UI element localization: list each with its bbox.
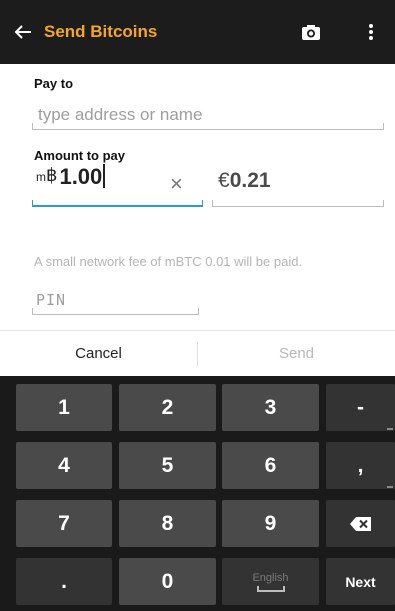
pin-placeholder: PIN <box>36 291 67 309</box>
btc-amount-value: 1.00 <box>59 164 103 189</box>
key-dot[interactable]: . <box>16 558 112 605</box>
key-9[interactable]: 9 <box>222 500 319 547</box>
pay-to-underline <box>32 123 384 130</box>
key-6[interactable]: 6 <box>222 442 319 489</box>
key-0[interactable]: 0 <box>119 558 216 605</box>
send-button[interactable]: Send <box>198 345 395 362</box>
key-4[interactable]: 4 <box>16 442 112 489</box>
key-8[interactable]: 8 <box>119 500 216 547</box>
eur-amount: €0.21 <box>218 169 271 193</box>
key-backspace[interactable] <box>326 500 395 547</box>
key-hint-mark <box>387 428 393 430</box>
numeric-keyboard: 1 2 3 - 4 5 6 , 7 8 9 . 0 English Next <box>0 376 395 611</box>
pay-to-placeholder: type address or name <box>38 105 203 124</box>
back-button[interactable] <box>6 0 40 64</box>
space-icon <box>256 585 285 592</box>
action-bar: Cancel Send <box>0 330 395 376</box>
btc-unit: m฿ <box>36 165 58 185</box>
network-fee-text: A small network fee of mBTC 0.01 will be… <box>34 254 303 269</box>
key-comma-label: , <box>357 453 364 477</box>
scan-qr-button[interactable] <box>289 0 333 64</box>
cancel-button[interactable]: Cancel <box>0 345 197 362</box>
eur-amount-value: 0.21 <box>229 169 271 192</box>
key-minus-label: - <box>357 395 364 419</box>
backspace-icon <box>349 516 371 531</box>
key-comma[interactable]: , <box>326 442 395 489</box>
btc-amount-underline <box>32 200 203 207</box>
camera-icon <box>302 24 320 40</box>
eur-symbol: € <box>218 169 230 192</box>
key-hint-mark <box>387 486 393 488</box>
overflow-menu-icon <box>369 24 373 40</box>
pay-to-input[interactable]: type address or name <box>32 98 384 132</box>
key-3[interactable]: 3 <box>222 384 319 431</box>
key-2[interactable]: 2 <box>119 384 216 431</box>
app-bar: Send Bitcoins <box>0 0 395 64</box>
overflow-menu-button[interactable] <box>353 0 389 64</box>
key-next[interactable]: Next <box>326 558 395 605</box>
key-1[interactable]: 1 <box>16 384 112 431</box>
key-space-language[interactable]: English <box>222 558 319 605</box>
key-5[interactable]: 5 <box>119 442 216 489</box>
page-title: Send Bitcoins <box>44 22 158 41</box>
eur-amount-underline <box>212 200 384 207</box>
arrow-back-icon <box>14 25 31 39</box>
clear-amount-button[interactable]: × <box>170 173 183 195</box>
language-label: English <box>252 571 289 584</box>
key-minus[interactable]: - <box>326 384 395 431</box>
text-cursor <box>103 164 106 188</box>
pay-to-label: Pay to <box>34 76 74 91</box>
pin-underline <box>32 308 199 315</box>
key-7[interactable]: 7 <box>16 500 112 547</box>
